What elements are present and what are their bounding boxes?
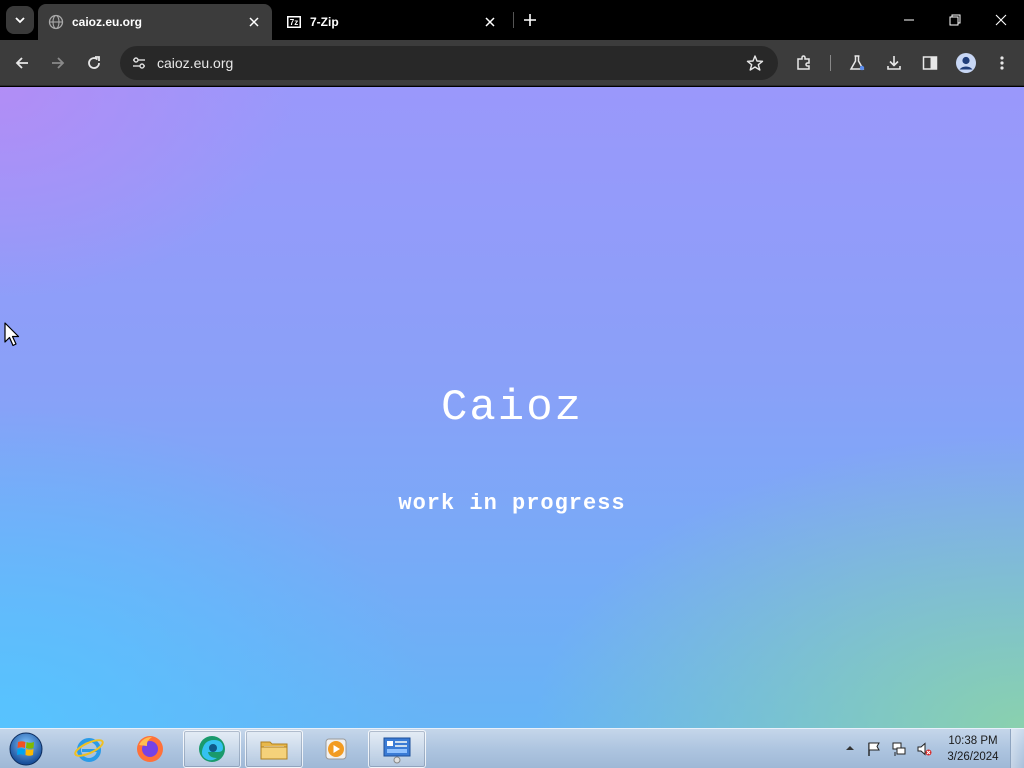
forward-button[interactable] — [42, 47, 74, 79]
chevron-up-icon — [846, 746, 854, 750]
show-desktop-button[interactable] — [1010, 729, 1024, 768]
arrow-left-icon — [15, 57, 28, 69]
control-panel-icon — [383, 737, 411, 764]
arrow-right-icon — [52, 57, 65, 69]
puzzle-icon — [797, 55, 810, 70]
extensions-button[interactable] — [788, 47, 820, 79]
download-icon — [887, 56, 901, 70]
reload-icon — [88, 56, 100, 69]
tab-separator — [513, 12, 514, 28]
chrome-labs-button[interactable] — [841, 47, 873, 79]
7zip-icon: 7z — [286, 14, 302, 30]
site-info-icon[interactable] — [122, 46, 156, 80]
minimize-button[interactable] — [886, 0, 932, 40]
url-text[interactable]: caioz.eu.org — [156, 55, 738, 71]
side-panel-icon — [922, 56, 938, 70]
taskbar-firefox[interactable] — [121, 730, 179, 768]
browser-menu-button[interactable] — [986, 47, 1018, 79]
firefox-icon — [137, 736, 163, 762]
windows-taskbar: 10:38 PM 3/26/2024 — [0, 728, 1024, 768]
globe-icon — [48, 14, 64, 30]
taskbar-file-explorer[interactable] — [245, 730, 303, 768]
downloads-button[interactable] — [878, 47, 910, 79]
minimize-icon — [904, 19, 914, 21]
close-tab-icon[interactable] — [482, 14, 498, 30]
start-button[interactable] — [6, 730, 46, 768]
new-tab-button[interactable] — [519, 9, 541, 31]
bookmark-star-icon[interactable] — [738, 46, 772, 80]
edge-icon — [199, 736, 225, 762]
show-hidden-icons-button[interactable] — [843, 741, 857, 755]
action-center-flag[interactable] — [865, 740, 883, 758]
tab-7zip[interactable]: 7z 7-Zip — [276, 4, 508, 40]
volume-muted[interactable] — [915, 740, 933, 758]
page-subtitle: work in progress — [398, 491, 626, 516]
tab-label: 7-Zip — [310, 15, 339, 29]
folder-icon — [260, 741, 288, 760]
chevron-down-icon — [15, 17, 25, 24]
plus-icon — [524, 14, 536, 26]
mouse-cursor-icon — [4, 322, 20, 347]
browser-title-bar: caioz.eu.org 7z 7-Zip — [0, 0, 1024, 40]
reload-button[interactable] — [78, 47, 110, 79]
flask-icon — [849, 55, 865, 71]
tab-label: caioz.eu.org — [72, 15, 143, 29]
network-status[interactable] — [890, 740, 908, 758]
taskbar-internet-explorer[interactable] — [60, 730, 118, 768]
back-button[interactable] — [6, 47, 38, 79]
tab-caioz[interactable]: caioz.eu.org — [38, 4, 272, 40]
network-icon — [892, 742, 906, 756]
close-icon — [995, 14, 1007, 26]
avatar-icon — [956, 53, 976, 73]
close-window-button[interactable] — [978, 0, 1024, 40]
side-panel-button[interactable] — [914, 47, 946, 79]
tab-search-button[interactable] — [6, 6, 34, 34]
restore-button[interactable] — [932, 0, 978, 40]
speaker-muted-icon — [917, 742, 932, 756]
media-player-icon — [325, 738, 347, 760]
web-page-content: Caioz work in progress — [0, 87, 1024, 728]
browser-toolbar: caioz.eu.org — [0, 40, 1024, 86]
taskbar-control-panel[interactable] — [368, 730, 426, 768]
taskbar-edge[interactable] — [183, 730, 241, 768]
clock-date: 3/26/2024 — [947, 751, 999, 763]
address-bar[interactable]: caioz.eu.org — [120, 46, 778, 80]
clock-time: 10:38 PM — [948, 735, 998, 747]
internet-explorer-icon — [74, 738, 104, 762]
close-tab-icon[interactable] — [246, 14, 262, 30]
restore-icon — [949, 14, 961, 26]
page-title: Caioz — [440, 383, 584, 433]
flag-icon — [868, 742, 880, 756]
windows-orb-icon — [9, 732, 43, 766]
more-vertical-icon — [1000, 56, 1004, 70]
profile-button[interactable] — [950, 47, 982, 79]
taskbar-media-player[interactable] — [307, 730, 365, 768]
svg-text:7z: 7z — [290, 18, 298, 27]
toolbar-separator — [830, 55, 831, 71]
taskbar-clock[interactable]: 10:38 PM 3/26/2024 — [940, 733, 1006, 765]
